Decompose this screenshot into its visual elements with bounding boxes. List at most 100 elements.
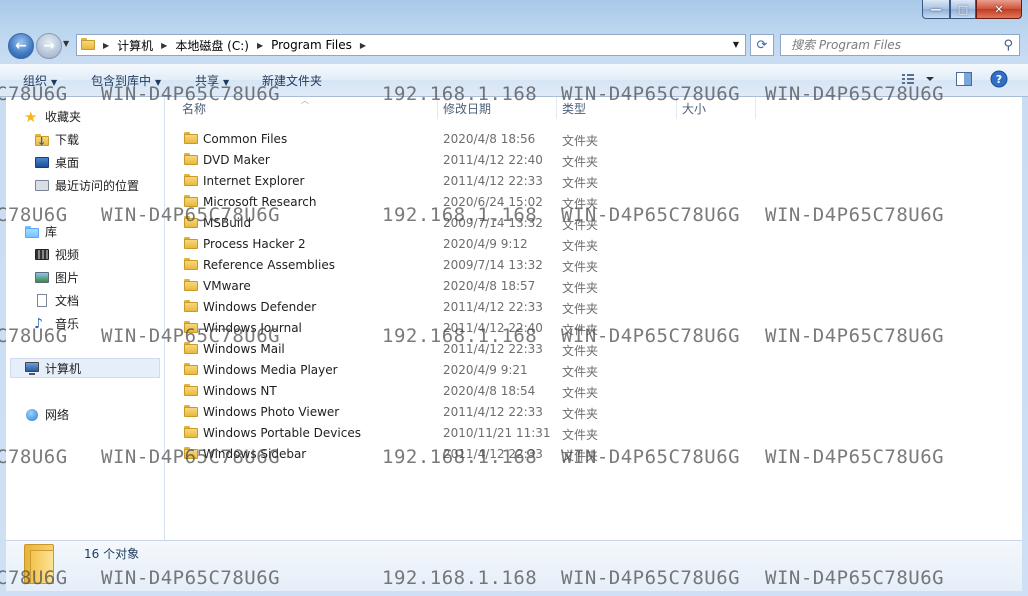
- nav-favorites[interactable]: ★ 收藏夹: [24, 108, 81, 125]
- nav-documents-label: 文档: [55, 294, 80, 308]
- chevron-right-icon[interactable]: ▶: [103, 41, 109, 50]
- organize-button[interactable]: 组织 ▼: [23, 72, 57, 89]
- file-type: 文件夹: [562, 281, 599, 295]
- table-row[interactable]: Windows Defender 2011/4/12 22:33 文件夹: [165, 297, 865, 318]
- recent-pages-dropdown[interactable]: ▼: [63, 39, 69, 48]
- search-icon[interactable]: ⚲: [1003, 38, 1013, 53]
- nav-desktop-label: 桌面: [55, 156, 80, 170]
- file-name: Windows Mail: [203, 342, 285, 356]
- nav-music[interactable]: ♪ 音乐: [34, 315, 79, 332]
- nav-pictures[interactable]: 图片: [34, 269, 79, 286]
- file-name: Windows Defender: [203, 300, 317, 314]
- file-date: 2020/4/8 18:57: [443, 279, 536, 293]
- chevron-right-icon[interactable]: ▶: [161, 41, 167, 50]
- table-row[interactable]: Windows Media Player 2020/4/9 9:21 文件夹: [165, 360, 865, 381]
- table-row[interactable]: DVD Maker 2011/4/12 22:40 文件夹: [165, 150, 865, 171]
- file-type: 文件夹: [562, 365, 599, 379]
- file-date: 2020/4/9 9:12: [443, 237, 528, 251]
- table-row[interactable]: Windows Photo Viewer 2011/4/12 22:33 文件夹: [165, 402, 865, 423]
- file-type: 文件夹: [562, 218, 599, 232]
- view-options-button[interactable]: [900, 70, 936, 91]
- chevron-down-icon: ▼: [155, 78, 162, 87]
- nav-desktop[interactable]: 桌面: [34, 154, 79, 171]
- table-row[interactable]: MSBuild 2009/7/14 13:32 文件夹: [165, 213, 865, 234]
- nav-network[interactable]: 网络: [24, 406, 69, 423]
- nav-documents[interactable]: 文档: [34, 292, 79, 309]
- file-type: 文件夹: [562, 407, 599, 421]
- nav-computer[interactable]: 计算机: [10, 358, 160, 378]
- chevron-right-icon[interactable]: ▶: [257, 41, 263, 50]
- column-header-type[interactable]: 类型: [562, 100, 586, 117]
- table-row[interactable]: Windows Portable Devices 2010/11/21 11:31…: [165, 423, 865, 444]
- refresh-button[interactable]: ⟳: [750, 34, 774, 56]
- table-row[interactable]: Windows Journal 2011/4/12 22:40 文件夹: [165, 318, 865, 339]
- recent-places-icon: [34, 178, 50, 194]
- table-row[interactable]: Windows NT 2020/4/8 18:54 文件夹: [165, 381, 865, 402]
- address-dropdown-icon[interactable]: ▼: [733, 40, 739, 49]
- breadcrumb-local-disk[interactable]: 本地磁盘 (C:): [175, 37, 249, 54]
- file-date: 2011/4/12 22:40: [443, 321, 543, 335]
- nav-libraries-label: 库: [45, 225, 58, 239]
- table-row[interactable]: Reference Assemblies 2009/7/14 13:32 文件夹: [165, 255, 865, 276]
- preview-pane-button[interactable]: [955, 70, 973, 91]
- column-header-name[interactable]: 名称: [182, 100, 206, 117]
- column-header-date[interactable]: 修改日期: [443, 100, 491, 117]
- file-date: 2011/4/12 22:33: [443, 405, 543, 419]
- table-row[interactable]: Internet Explorer 2011/4/12 22:33 文件夹: [165, 171, 865, 192]
- chevron-right-icon[interactable]: ▶: [360, 41, 366, 50]
- nav-computer-label: 计算机: [45, 361, 82, 376]
- help-button[interactable]: ?: [990, 70, 1008, 91]
- folder-icon: [184, 132, 198, 147]
- minimize-button[interactable]: —: [922, 0, 950, 19]
- nav-music-label: 音乐: [55, 317, 80, 331]
- forward-button[interactable]: →: [36, 33, 62, 59]
- nav-recent-places[interactable]: 最近访问的位置: [34, 177, 139, 194]
- table-row[interactable]: VMware 2020/4/8 18:57 文件夹: [165, 276, 865, 297]
- downloads-icon: ↓: [34, 132, 50, 148]
- column-divider[interactable]: [755, 97, 756, 119]
- folder-icon: [184, 174, 198, 189]
- arrow-left-icon: ←: [15, 38, 27, 54]
- view-list-icon: [902, 74, 934, 84]
- share-button[interactable]: 共享 ▼: [195, 72, 229, 89]
- folder-icon: [184, 258, 198, 273]
- new-folder-button[interactable]: 新建文件夹: [262, 72, 322, 89]
- close-button[interactable]: ✕: [976, 0, 1022, 19]
- table-row[interactable]: Windows Sidebar 2011/4/12 22:33 文件夹: [165, 444, 865, 465]
- table-row[interactable]: Common Files 2020/4/8 18:56 文件夹: [165, 129, 865, 150]
- folder-icon: [184, 405, 198, 420]
- file-type: 文件夹: [562, 344, 599, 358]
- table-row[interactable]: Windows Mail 2011/4/12 22:33 文件夹: [165, 339, 865, 360]
- nav-downloads[interactable]: ↓ 下载: [34, 131, 79, 148]
- column-divider[interactable]: [556, 97, 557, 119]
- file-name: Windows Media Player: [203, 363, 338, 377]
- column-header-size[interactable]: 大小: [682, 100, 706, 117]
- library-icon: [24, 224, 40, 240]
- column-divider[interactable]: [437, 97, 438, 119]
- table-row[interactable]: Microsoft Research 2020/6/24 15:02 文件夹: [165, 192, 865, 213]
- folder-icon: [81, 37, 95, 53]
- refresh-icon: ⟳: [756, 37, 768, 53]
- table-row[interactable]: Process Hacker 2 2020/4/9 9:12 文件夹: [165, 234, 865, 255]
- search-input[interactable]: [789, 37, 1003, 53]
- folder-icon: [184, 237, 198, 252]
- include-in-library-button[interactable]: 包含到库中 ▼: [91, 72, 161, 89]
- breadcrumb-computer[interactable]: 计算机: [117, 37, 153, 54]
- nav-videos[interactable]: 视频: [34, 246, 79, 263]
- arrow-right-icon: →: [43, 38, 55, 54]
- back-button[interactable]: ←: [8, 33, 34, 59]
- nav-libraries[interactable]: 库: [24, 223, 57, 240]
- file-name: Windows NT: [203, 384, 277, 398]
- nav-recent-label: 最近访问的位置: [55, 179, 140, 193]
- nav-pictures-label: 图片: [55, 271, 80, 285]
- file-type: 文件夹: [562, 176, 599, 190]
- file-date: 2011/4/12 22:33: [443, 447, 543, 461]
- breadcrumb-program-files[interactable]: Program Files: [271, 38, 352, 52]
- music-note-icon: ♪: [34, 315, 43, 332]
- file-date: 2011/4/12 22:33: [443, 342, 543, 356]
- file-type: 文件夹: [562, 260, 599, 274]
- file-type: 文件夹: [562, 134, 599, 148]
- column-divider[interactable]: [676, 97, 677, 119]
- maximize-button[interactable]: □: [950, 0, 976, 19]
- address-bar[interactable]: ▶ 计算机 ▶ 本地磁盘 (C:) ▶ Program Files ▶ ▼: [76, 34, 746, 56]
